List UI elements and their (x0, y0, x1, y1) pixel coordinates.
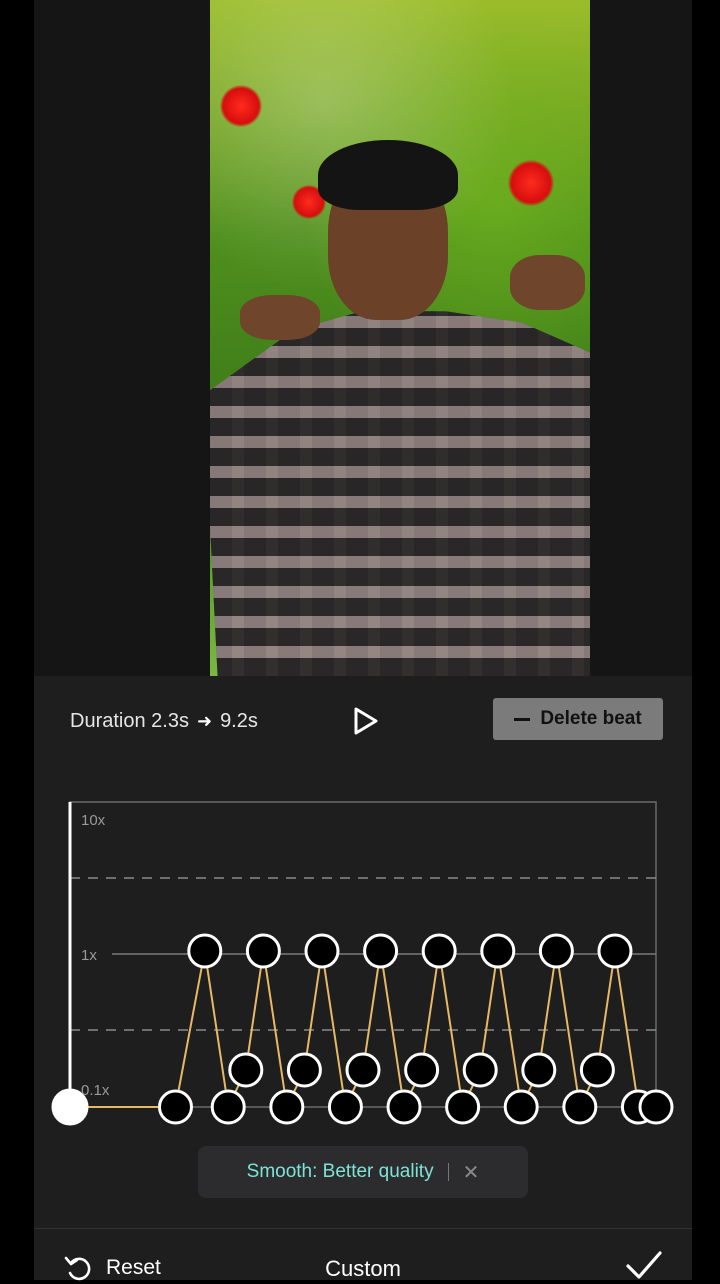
beat-point[interactable] (404, 1052, 440, 1088)
beat-point[interactable] (363, 933, 399, 969)
arrow-right-icon: ➜ (196, 710, 213, 731)
person-hair (318, 140, 458, 210)
beat-point[interactable] (638, 1089, 674, 1125)
speed-curve-canvas[interactable] (34, 776, 692, 1156)
delete-beat-button[interactable]: Delete beat (493, 698, 663, 740)
beat-point[interactable] (445, 1089, 481, 1125)
beat-point[interactable] (538, 933, 574, 969)
beat-point[interactable] (579, 1052, 615, 1088)
beat-point[interactable] (327, 1089, 363, 1125)
axis-label-10x: 10x (81, 812, 106, 829)
beat-point[interactable] (286, 1052, 322, 1088)
beat-point[interactable] (521, 1052, 557, 1088)
person-right-hand (510, 255, 585, 310)
toast-divider (447, 1163, 449, 1181)
minus-icon (514, 717, 531, 721)
mode-title: Custom (325, 1256, 401, 1281)
beat-point[interactable] (462, 1052, 498, 1088)
duration-new: 9.2s (220, 709, 258, 732)
smooth-quality-toast: Smooth: Better quality ✕ (198, 1146, 528, 1198)
left-border (0, 0, 34, 1280)
duration-label: Duration 2.3s (70, 709, 189, 732)
red-flower (508, 160, 554, 206)
person-left-hand (240, 295, 320, 340)
axis-label-0-1x: 0.1x (81, 1082, 110, 1099)
beat-point[interactable] (187, 933, 223, 969)
duration-readout: Duration 2.3s ➜ 9.2s (70, 706, 258, 736)
beat-point[interactable] (421, 933, 457, 969)
close-icon[interactable]: ✕ (463, 1160, 480, 1185)
play-icon (354, 707, 378, 735)
divider (34, 1228, 692, 1229)
play-button[interactable] (349, 704, 383, 738)
beat-point[interactable] (228, 1052, 264, 1088)
delete-beat-label: Delete beat (540, 708, 642, 729)
beat-point[interactable] (597, 933, 633, 969)
beat-point[interactable] (480, 933, 516, 969)
right-border (692, 0, 720, 1280)
axis-label-1x: 1x (81, 947, 97, 964)
beat-point[interactable] (304, 933, 340, 969)
video-frame[interactable] (210, 0, 590, 676)
beat-point[interactable] (386, 1089, 422, 1125)
beat-point[interactable] (245, 933, 281, 969)
toast-text: Smooth: Better quality (246, 1161, 434, 1182)
video-preview-area (34, 0, 692, 676)
beat-point[interactable] (345, 1052, 381, 1088)
beat-point[interactable] (503, 1089, 539, 1125)
speed-curve-graph[interactable]: 10x 1x 0.1x (34, 776, 692, 1156)
beat-point[interactable] (210, 1089, 246, 1125)
red-flower (220, 85, 262, 127)
beat-point[interactable] (562, 1089, 598, 1125)
confirm-check-icon[interactable] (624, 1248, 664, 1284)
person-plaid-shirt (210, 311, 590, 676)
speed-curve-panel: Duration 2.3s ➜ 9.2s Delete beat 10x 1x … (34, 676, 692, 1281)
beat-point[interactable] (157, 1089, 193, 1125)
beat-point[interactable] (269, 1089, 305, 1125)
